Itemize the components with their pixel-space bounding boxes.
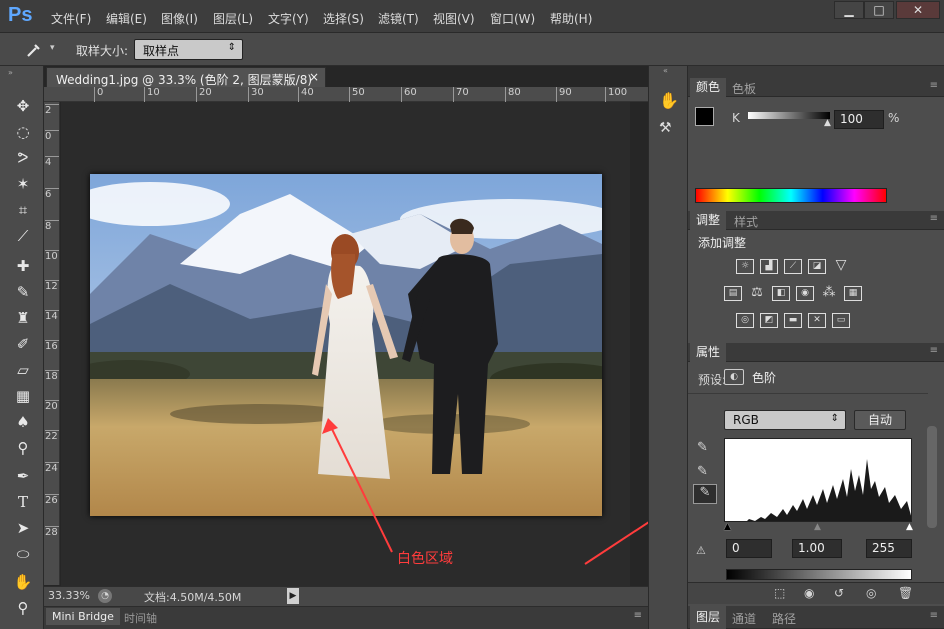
channel-mixer-adjust-icon[interactable]: ⁂	[820, 286, 838, 301]
right-panels: 颜色 色板 ≡ K ▲ 100 % 调整 样式 ≡ 添加调整 ☼ ▟ ⟋ ◪ ▽…	[688, 66, 944, 629]
color-balance-adjust-icon[interactable]: ⚖	[748, 286, 766, 301]
invert-adjust-icon[interactable]: ◎	[736, 313, 754, 328]
k-slider-thumb[interactable]: ▲	[824, 118, 831, 128]
adjustments-panel-tabs: 调整 样式 ≡	[688, 211, 944, 230]
bottom-panel-tabs: Mini Bridge 时间轴 ≡	[44, 606, 648, 629]
black-white-adjust-icon[interactable]: ◧	[772, 286, 790, 301]
color-panel-menu-icon[interactable]: ≡	[930, 80, 938, 91]
history-panel-icon[interactable]: ✋	[659, 91, 679, 110]
input-black-field[interactable]: 0	[726, 539, 772, 558]
channel-select[interactable]: RGB ⇕	[724, 410, 846, 430]
properties-menu-icon[interactable]: ≡	[930, 345, 938, 356]
tab-paths[interactable]: 路径	[772, 610, 796, 627]
status-arrow-button[interactable]: ▶	[287, 588, 299, 604]
zoom-level[interactable]: 33.33%	[48, 589, 90, 602]
reset-icon[interactable]: ↺	[834, 586, 844, 600]
white-input-slider[interactable]: ▲	[906, 522, 913, 532]
color-lookup-adjust-icon[interactable]: ▦	[844, 286, 862, 301]
tab-styles[interactable]: 样式	[734, 213, 758, 230]
vibrance-adjust-icon[interactable]: ▽	[832, 258, 850, 274]
posterize-adjust-icon[interactable]: ◩	[760, 313, 778, 328]
threshold-adjust-icon[interactable]: ▬	[784, 313, 802, 328]
levels-type-label: 色阶	[752, 371, 777, 385]
status-bar: 33.33% ◔ 文档:4.50M/4.50M ▶	[44, 586, 648, 606]
auto-button[interactable]: 自动	[854, 410, 906, 430]
status-menu-icon[interactable]: ◔	[98, 589, 112, 603]
collapse-strip-icon[interactable]: «	[663, 66, 668, 75]
properties-panel-tabs: 属性 ≡	[688, 343, 944, 362]
adjustments-menu-icon[interactable]: ≡	[930, 213, 938, 224]
photo-filter-adjust-icon[interactable]: ◉	[796, 286, 814, 301]
tab-channels[interactable]: 通道	[732, 610, 756, 627]
k-value-input[interactable]: 100	[834, 110, 884, 129]
view-previous-icon[interactable]: ◉	[804, 586, 814, 600]
add-adjustment-title: 添加调整	[698, 236, 747, 250]
input-white-field[interactable]: 255	[866, 539, 912, 558]
hue-adjust-icon[interactable]: ▤	[724, 286, 742, 301]
divider	[688, 393, 928, 394]
layers-panel-tabs: 图层 通道 路径 ≡	[688, 606, 944, 629]
channel-select-arrow-icon: ⇕	[830, 413, 839, 424]
tab-mini-bridge[interactable]: Mini Bridge	[46, 608, 120, 625]
properties-scrollbar[interactable]	[927, 426, 937, 528]
input-gamma-field[interactable]: 1.00	[792, 539, 842, 558]
exposure-adjust-icon[interactable]: ◪	[808, 259, 826, 274]
k-channel-label: K	[732, 111, 740, 125]
clip-to-layer-icon[interactable]: ⬚	[774, 586, 785, 600]
tab-layers[interactable]: 图层	[690, 606, 727, 629]
tab-adjustments[interactable]: 调整	[690, 211, 727, 230]
output-gradient-bar	[726, 569, 912, 580]
panel-dock-header	[688, 66, 944, 78]
gamma-input-slider[interactable]: ▲	[814, 522, 821, 532]
tab-timeline[interactable]: 时间轴	[124, 610, 157, 626]
clipping-warning-icon[interactable]: ⚠	[696, 544, 706, 557]
color-panel-tabs: 颜色 色板 ≡	[688, 78, 944, 97]
preset-label: 预设:	[698, 373, 727, 387]
k-slider[interactable]	[748, 112, 830, 119]
tab-swatches[interactable]: 色板	[732, 80, 756, 97]
tab-properties[interactable]: 属性	[690, 343, 727, 362]
black-point-eyedropper-icon[interactable]: ✎	[697, 440, 708, 455]
layer-mask-icon[interactable]: ◐	[724, 369, 744, 385]
foreground-color-swatch[interactable]	[695, 107, 714, 126]
brightness-adjust-icon[interactable]: ☼	[736, 259, 754, 274]
trash-icon[interactable]: 🗑	[898, 586, 913, 600]
levels-adjust-icon[interactable]: ▟	[760, 259, 778, 274]
channel-value: RGB	[733, 413, 759, 427]
color-spectrum-bar[interactable]	[695, 188, 887, 203]
white-point-eyedropper-icon[interactable]: ✎	[693, 484, 717, 504]
gray-point-eyedropper-icon[interactable]: ✎	[697, 464, 708, 479]
visibility-icon[interactable]: ◎	[866, 586, 876, 600]
tool-presets-icon[interactable]: ⚒	[659, 120, 672, 136]
histogram-graph	[747, 459, 911, 521]
curves-adjust-icon[interactable]: ⟋	[784, 259, 802, 274]
black-input-slider[interactable]: ▲	[724, 522, 731, 532]
panel-icon-strip: « ✋ ⚒	[648, 66, 688, 629]
annotation-label: 白色区域	[397, 551, 453, 567]
gradient-map-adjust-icon[interactable]: ▭	[832, 313, 850, 328]
layers-menu-icon[interactable]: ≡	[930, 610, 938, 621]
arrow-head-left	[322, 418, 338, 434]
arrow-to-white-area	[329, 424, 393, 553]
document-size: 文档:4.50M/4.50M	[144, 591, 242, 604]
panel-menu-icon[interactable]: ≡	[634, 610, 642, 621]
k-unit: %	[888, 111, 900, 125]
tab-color[interactable]: 颜色	[690, 78, 727, 97]
levels-histogram	[724, 438, 912, 522]
selective-color-adjust-icon[interactable]: ✕	[808, 313, 826, 328]
